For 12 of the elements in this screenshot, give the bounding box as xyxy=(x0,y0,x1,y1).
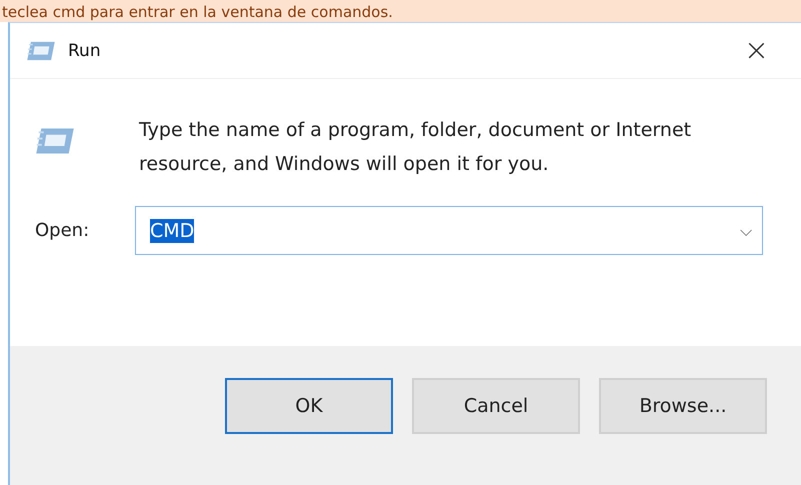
close-button[interactable]: × xyxy=(740,36,773,66)
dialog-button[interactable]: Cancel xyxy=(412,378,580,434)
field-value: CMD xyxy=(150,218,194,242)
dropdown-arrow-icon[interactable]: ⌵ xyxy=(740,221,752,240)
dialog-button[interactable]: Browse... xyxy=(599,378,767,434)
banner-caption: teclea cmd para entrar en la ventana de comandos. xyxy=(2,3,393,22)
field-label: Open: xyxy=(35,220,90,241)
instruction-text: Type the name of a program, folder, document or Internet resource, and Windows will open it for you. xyxy=(139,118,692,177)
run-icon xyxy=(26,40,56,62)
window-title: Run xyxy=(68,40,101,60)
dialog-button[interactable]: OK xyxy=(225,378,393,434)
open-combo-box[interactable]: CMD ⌵ xyxy=(135,206,763,255)
